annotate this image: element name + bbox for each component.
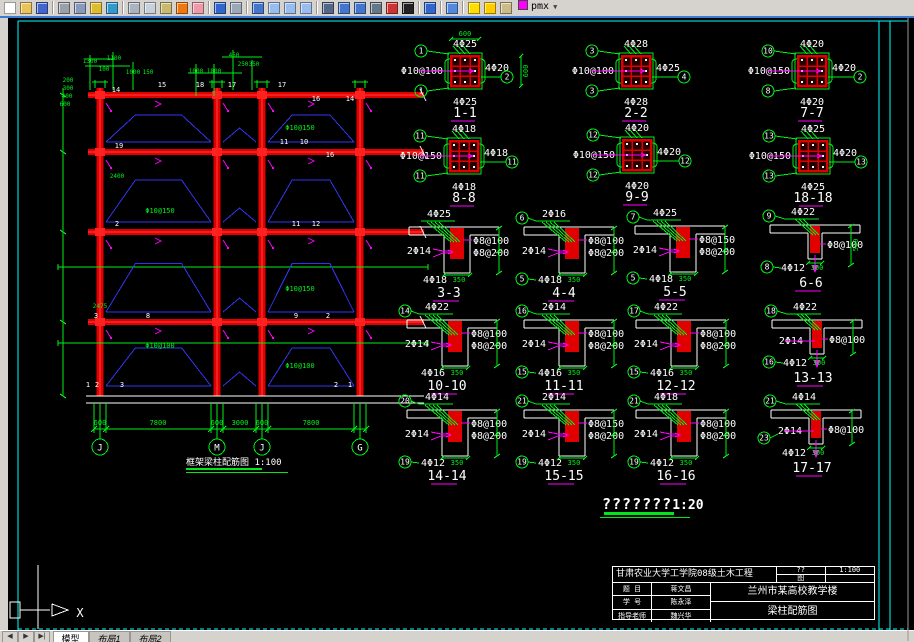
frame-drawing-title: 框架梁柱配筋图 1:100	[186, 458, 282, 468]
redo-icon[interactable]	[228, 0, 244, 15]
title-block-project: 兰州市某高校教学楼	[711, 583, 874, 602]
zoom-window-icon[interactable]	[282, 0, 298, 15]
pan-icon[interactable]	[250, 0, 266, 15]
save-icon[interactable]	[34, 0, 50, 15]
paste-icon[interactable]	[158, 0, 174, 15]
tab-layout1[interactable]: 布局1	[88, 631, 130, 642]
spelling-icon[interactable]	[88, 0, 104, 15]
title-block-scale: 1:100	[825, 567, 874, 575]
drawing-canvas[interactable]	[8, 18, 914, 630]
title-block-row: 指导老师 魏兴华	[613, 609, 710, 622]
toolbar-separator	[438, 0, 444, 15]
title-block-row: 学 号 陈永泽	[613, 596, 710, 610]
title-block-school: 甘肃农业大学工学院08级土木工程	[613, 567, 777, 582]
layer-manager-icon[interactable]	[352, 0, 368, 15]
erase-icon[interactable]	[190, 0, 206, 15]
table-icon[interactable]	[400, 0, 416, 15]
title-block-drawing-name: 梁柱配筋图	[767, 606, 818, 617]
publish-web-icon[interactable]	[104, 0, 120, 15]
title-block: 甘肃农业大学工学院08级土木工程 ?? 1:100 图 题 目 蒋文昌 学 号 …	[612, 566, 875, 622]
layer-control[interactable]: pmx ▼	[516, 0, 557, 14]
cut-icon[interactable]	[126, 0, 142, 15]
frame-title-underline-2	[186, 472, 288, 473]
toolbar-separator	[120, 0, 126, 15]
toolbar-separator	[244, 0, 250, 15]
dim-style-icon[interactable]	[336, 0, 352, 15]
xref-icon[interactable]	[384, 0, 400, 15]
detail-title-underline	[604, 512, 674, 515]
tab-model[interactable]: 模型	[52, 631, 89, 642]
toolbar-separator	[416, 0, 422, 15]
layer-on-bulb-icon[interactable]	[466, 0, 482, 15]
tab-nav-last[interactable]: ▶|	[34, 631, 50, 642]
tab-nav-prev[interactable]: ◀	[2, 631, 18, 642]
title-block-row: 题 目 蒋文昌	[613, 583, 710, 597]
help-icon[interactable]	[422, 0, 438, 15]
layout-tab-bar: ◀ ▶ ▶| 模型 布局1 布局2	[0, 630, 914, 642]
undo-icon[interactable]	[212, 0, 228, 15]
title-block-no-label: ??	[777, 567, 826, 575]
tab-layout2[interactable]: 布局2	[129, 631, 171, 642]
text-style-icon[interactable]	[320, 0, 336, 15]
title-block-blank	[826, 575, 875, 583]
layer-freeze-sun-icon[interactable]	[482, 0, 498, 15]
detail-title-underline-2	[600, 517, 690, 518]
image-icon[interactable]	[368, 0, 384, 15]
layer-color-swatch-icon	[518, 0, 528, 10]
plot-preview-icon[interactable]	[72, 0, 88, 15]
title-block-fig-label: 图	[777, 574, 826, 582]
toolbar-separator	[314, 0, 320, 15]
toolbar-separator	[206, 0, 212, 15]
open-file-icon[interactable]	[18, 0, 34, 15]
zoom-realtime-icon[interactable]	[266, 0, 282, 15]
toolbar-separator	[50, 0, 56, 15]
copy-icon[interactable]	[142, 0, 158, 15]
layer-dropdown-caret-icon[interactable]: ▼	[553, 3, 557, 11]
layer-name: pmx	[531, 1, 550, 12]
detail-group-title: ???????1:20	[602, 495, 704, 513]
frame-title-underline	[186, 468, 262, 470]
plot-icon[interactable]	[56, 0, 72, 15]
tab-nav-next[interactable]: ▶	[18, 631, 34, 642]
layers-stack-icon[interactable]	[444, 0, 460, 15]
layer-lock-icon[interactable]	[498, 0, 514, 15]
match-properties-icon[interactable]	[174, 0, 190, 15]
new-file-icon[interactable]	[2, 0, 18, 15]
toolbar-separator	[460, 0, 466, 15]
toolbar: pmx ▼	[0, 0, 914, 18]
cad-window: pmx ▼ 1300 1100 100 1000 150 1000 1800 450 250 350…	[0, 0, 914, 642]
zoom-previous-icon[interactable]	[298, 0, 314, 15]
